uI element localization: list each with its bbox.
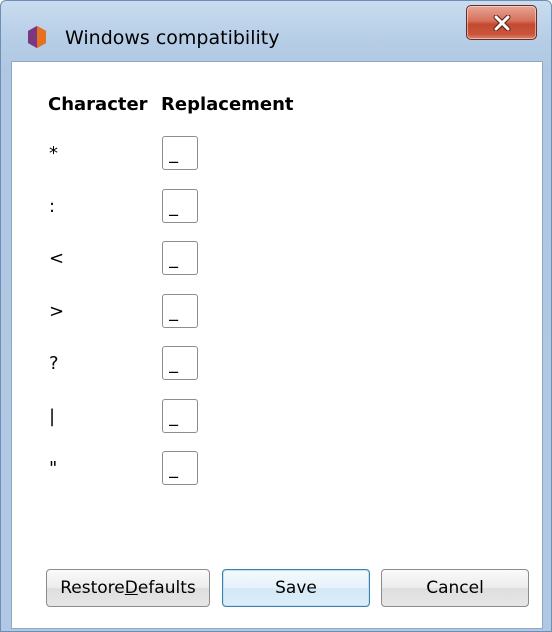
column-header-character: Character [48,94,148,115]
hexagon-app-icon [27,26,47,48]
save-button[interactable]: Save [222,569,370,607]
character-label: : [49,196,56,217]
character-label: " [49,458,58,479]
restore-label-part1: Restore [60,578,125,598]
restore-label-part2: efaults [137,578,196,598]
replacement-input[interactable] [162,189,198,223]
replacement-input[interactable] [162,241,198,275]
column-header-replacement: Replacement [161,94,294,115]
character-label: * [49,143,58,164]
replacement-input[interactable] [162,346,198,380]
close-button[interactable] [466,5,537,40]
replacement-input[interactable] [162,451,198,485]
replacement-input[interactable] [162,399,198,433]
restore-label-mnemonic: D [124,578,138,598]
character-label: ? [49,353,59,374]
restore-defaults-button[interactable]: Restore Defaults [46,569,210,607]
close-x-icon [493,14,511,31]
dialog-window: Windows compatibility Character Replacem… [0,0,552,632]
replacement-input[interactable] [162,294,198,328]
cancel-button[interactable]: Cancel [381,569,529,607]
character-label: < [49,248,65,269]
window-title: Windows compatibility [65,27,280,49]
dialog-content [11,61,543,629]
character-label: > [49,301,65,322]
replacement-input[interactable] [162,136,198,170]
character-label: | [49,406,56,427]
